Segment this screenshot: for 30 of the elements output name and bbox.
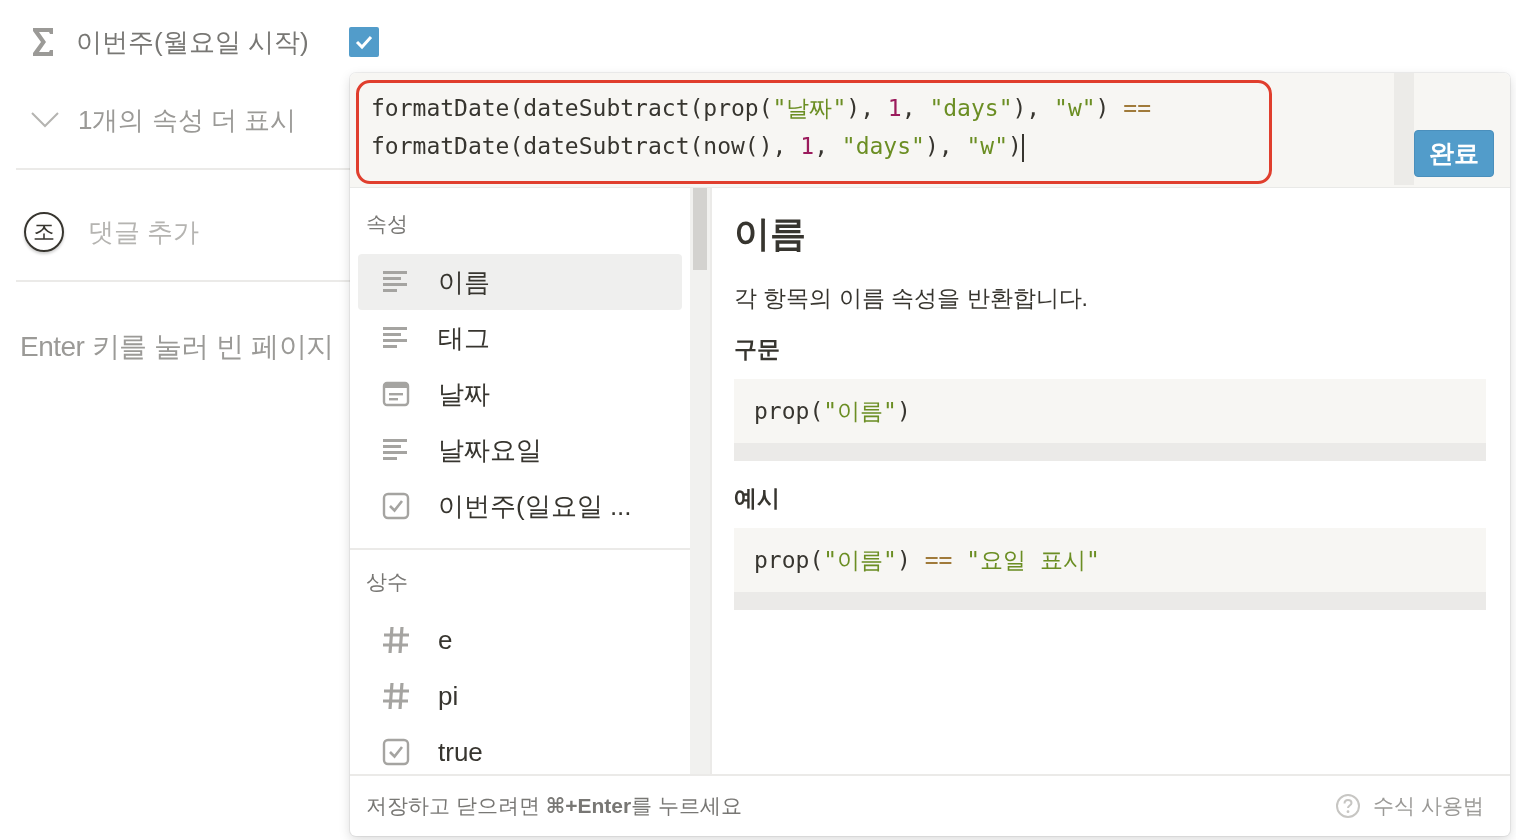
checkbox-icon: [382, 738, 410, 766]
list-item[interactable]: 이름: [358, 254, 682, 310]
detail-title: 이름: [734, 212, 807, 256]
keyboard-hint: 저장하고 닫으려면 ⌘+Enter를 누르세요: [366, 793, 742, 819]
calendar-icon: [382, 380, 410, 408]
formula-field[interactable]: formatDate(dateSubtract(prop("날짜"), 1, "days"), "w") == formatDate(dateSubtract(now(), 1, "days"), "w"): [356, 80, 1272, 184]
list-item[interactable]: pi: [358, 668, 682, 724]
code-block: prop("이름") == "요일 표시": [734, 528, 1486, 610]
property-name: 이번주(월요일 시작): [76, 25, 310, 59]
checkbox-icon: [382, 492, 410, 520]
detail-heading: 예시: [734, 484, 781, 513]
list-item[interactable]: e: [358, 612, 682, 668]
detail-heading: 구문: [734, 335, 781, 364]
hash-icon: [382, 682, 410, 710]
list-item[interactable]: true: [358, 724, 682, 774]
list-item[interactable]: 이번주(일요일 ...: [358, 478, 682, 534]
page-hint: Enter 키를 눌러 빈 페이지: [20, 330, 334, 364]
help-icon: [1335, 793, 1362, 819]
list-item[interactable]: 날짜요일: [358, 422, 682, 478]
section-heading: 상수: [365, 569, 409, 595]
code-block: prop("이름"): [734, 379, 1486, 461]
detail-description: 각 항목의 이름 속성을 반환합니다.: [734, 284, 1089, 313]
hash-icon: [382, 626, 410, 654]
chevron-down-icon: [30, 111, 60, 129]
list-item[interactable]: 날짜: [358, 366, 682, 422]
list-item[interactable]: 태그: [358, 310, 682, 366]
section-heading: 속성: [365, 211, 409, 237]
avatar-circle: 조: [24, 212, 64, 252]
checkbox[interactable]: [349, 27, 379, 57]
sigma-icon: [30, 26, 56, 58]
